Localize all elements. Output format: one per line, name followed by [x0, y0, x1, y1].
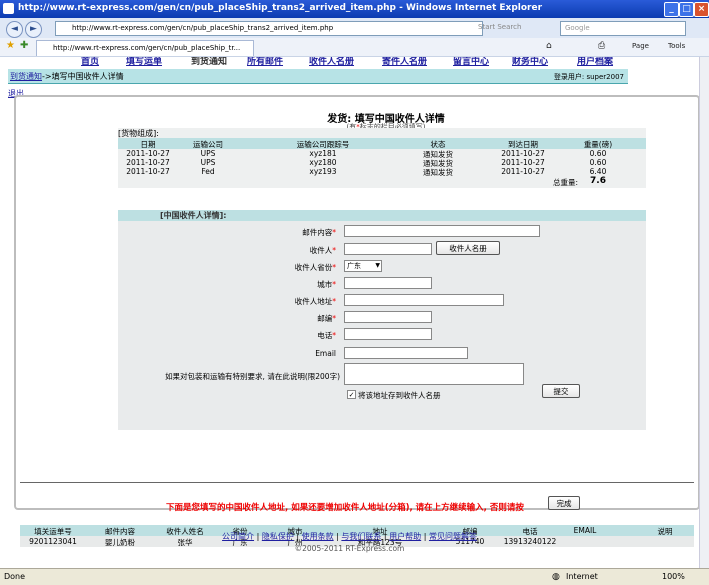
address-label: 收件人地址* — [294, 297, 336, 306]
forward-button[interactable]: ► — [25, 21, 42, 38]
address-input[interactable] — [344, 294, 504, 306]
email-input[interactable] — [344, 347, 468, 359]
zoom-level[interactable]: 100% — [662, 572, 685, 581]
close-button[interactable]: × — [694, 2, 709, 17]
ie-icon — [3, 3, 14, 14]
navigation-bar: ◄ ► http://www.rt-express.com/gen/cn/pub… — [0, 18, 709, 39]
note-textarea[interactable] — [344, 363, 524, 385]
main-panel: 发货: 填写中国收件人详情 (有*标志的栏目必须填写) [货物组成]: 日期 运… — [14, 95, 699, 547]
name-label: 收件人* — [309, 246, 336, 255]
menu-profile[interactable]: 用户档案 — [577, 57, 613, 67]
add-favorites-icon[interactable]: ✚ — [20, 40, 28, 51]
goods-table: [货物组成]: 日期 运输公司 运输公司跟踪号 状态 到达日期 重量(磅) 20… — [118, 128, 646, 188]
tab-bar: ★ ✚ http://www.rt-express.com/gen/cn/pub… — [0, 38, 709, 57]
recipient-book-button[interactable]: 收件人名册 — [436, 241, 500, 255]
print-icon[interactable]: ⎙ — [598, 41, 605, 51]
divider — [20, 482, 694, 483]
phone-label: 电话* — [317, 331, 336, 340]
menu-finance[interactable]: 财务中心 — [512, 57, 548, 67]
tab-current[interactable]: http://www.rt-express.com/gen/cn/pub_pla… — [36, 40, 254, 56]
home-icon[interactable]: ⌂ — [546, 41, 552, 51]
footer-link-about[interactable]: 公司简介 — [222, 532, 254, 541]
globe-icon: ◍ — [552, 572, 560, 582]
form-caption: [中国收件人详情]: — [118, 210, 646, 221]
content-input[interactable] — [344, 225, 540, 237]
submit-button[interactable]: 提交 — [542, 384, 580, 398]
breadcrumb-link[interactable]: 到货通知 — [10, 72, 42, 81]
total-weight-label: 总重量: — [552, 178, 578, 187]
maximize-button[interactable]: □ — [679, 2, 694, 17]
footer-links: 公司简介 | 隐私保护 | 使用条款 | 与我们联系 | 用户帮助 | 常见问题… — [222, 532, 477, 541]
menu-messages[interactable]: 留言中心 — [453, 57, 489, 67]
address-bar[interactable]: http://www.rt-express.com/gen/cn/pub_pla… — [55, 21, 483, 36]
vertical-scrollbar[interactable] — [699, 57, 709, 568]
goods-header-row: 日期 运输公司 运输公司跟踪号 状态 到达日期 重量(磅) — [118, 138, 646, 149]
zip-label: 邮编* — [317, 314, 336, 323]
zone-text: Internet — [566, 572, 598, 581]
phone-input[interactable] — [344, 328, 432, 340]
breadcrumb-current: ->填写中国收件人详情 — [42, 72, 124, 81]
notice-text: 下面是您填写的中国收件人地址, 如果还要增加收件人地址(分箱), 请在上方继续输… — [166, 503, 524, 513]
live-search-hint: Start Search — [478, 23, 522, 31]
status-text: Done — [4, 572, 26, 581]
footer-link-privacy[interactable]: 隐私保护 — [262, 532, 294, 541]
favorites-star-icon[interactable]: ★ — [6, 40, 15, 51]
province-select[interactable]: 广东 ▼ — [344, 260, 382, 272]
menu-recipients[interactable]: 收件人名册 — [309, 57, 354, 67]
tools-menu[interactable]: Tools — [668, 42, 685, 50]
menu-fill-waybill[interactable]: 填写运单 — [126, 57, 162, 67]
province-label: 收件人省份* — [294, 263, 336, 272]
total-weight-value: 7.6 — [590, 176, 606, 186]
logged-in-user: 登录用户: super2007 — [553, 73, 624, 81]
content-label: 邮件内容* — [302, 228, 336, 237]
breadcrumb: 到货通知->填写中国收件人详情 登录用户: super2007 — [8, 69, 628, 84]
page-content: 首页 填写运单 到货通知 所有邮件 收件人名册 寄件人名册 留言中心 财务中心 … — [0, 57, 699, 568]
status-bar: Done ◍ Internet 100% — [0, 568, 709, 585]
minimize-button[interactable]: _ — [664, 2, 679, 17]
menu-arrival-notice[interactable]: 到货通知 — [191, 57, 227, 67]
footer-link-help[interactable]: 用户帮助 — [389, 532, 421, 541]
copyright: ©2005-2011 RT-Express.com — [294, 544, 405, 553]
chevron-down-icon: ▼ — [375, 262, 380, 269]
note-label: 如果对包装和运输有特别要求, 请在此说明(限200字) — [165, 372, 340, 381]
page-menu[interactable]: Page — [632, 42, 649, 50]
footer-link-faq[interactable]: 常见问题解答 — [429, 532, 477, 541]
city-label: 城市* — [317, 280, 336, 289]
window-title-bar: http://www.rt-express.com/gen/cn/pub_pla… — [0, 0, 709, 18]
window-title: http://www.rt-express.com/gen/cn/pub_pla… — [18, 3, 543, 13]
zip-input[interactable] — [344, 311, 432, 323]
city-input[interactable] — [344, 277, 432, 289]
menu-home[interactable]: 首页 — [81, 57, 99, 67]
search-input[interactable]: Google — [560, 21, 686, 36]
name-input[interactable] — [344, 243, 432, 255]
email-label: Email — [315, 349, 336, 358]
done-button[interactable]: 完成 — [548, 496, 580, 510]
save-address-checkbox[interactable]: ✓ — [347, 390, 356, 399]
back-button[interactable]: ◄ — [6, 21, 23, 38]
menu-senders[interactable]: 寄件人名册 — [382, 57, 427, 67]
footer-link-terms[interactable]: 使用条款 — [302, 532, 334, 541]
footer-link-contact[interactable]: 与我们联系 — [341, 532, 381, 541]
recipient-form: [中国收件人详情]: 邮件内容* 收件人* 收件人名册 收件人省份* 广东 ▼ 城… — [118, 210, 646, 430]
save-address-label: 将该地址存到收件人名册 — [358, 391, 441, 400]
menu-all-mail[interactable]: 所有邮件 — [247, 57, 283, 67]
